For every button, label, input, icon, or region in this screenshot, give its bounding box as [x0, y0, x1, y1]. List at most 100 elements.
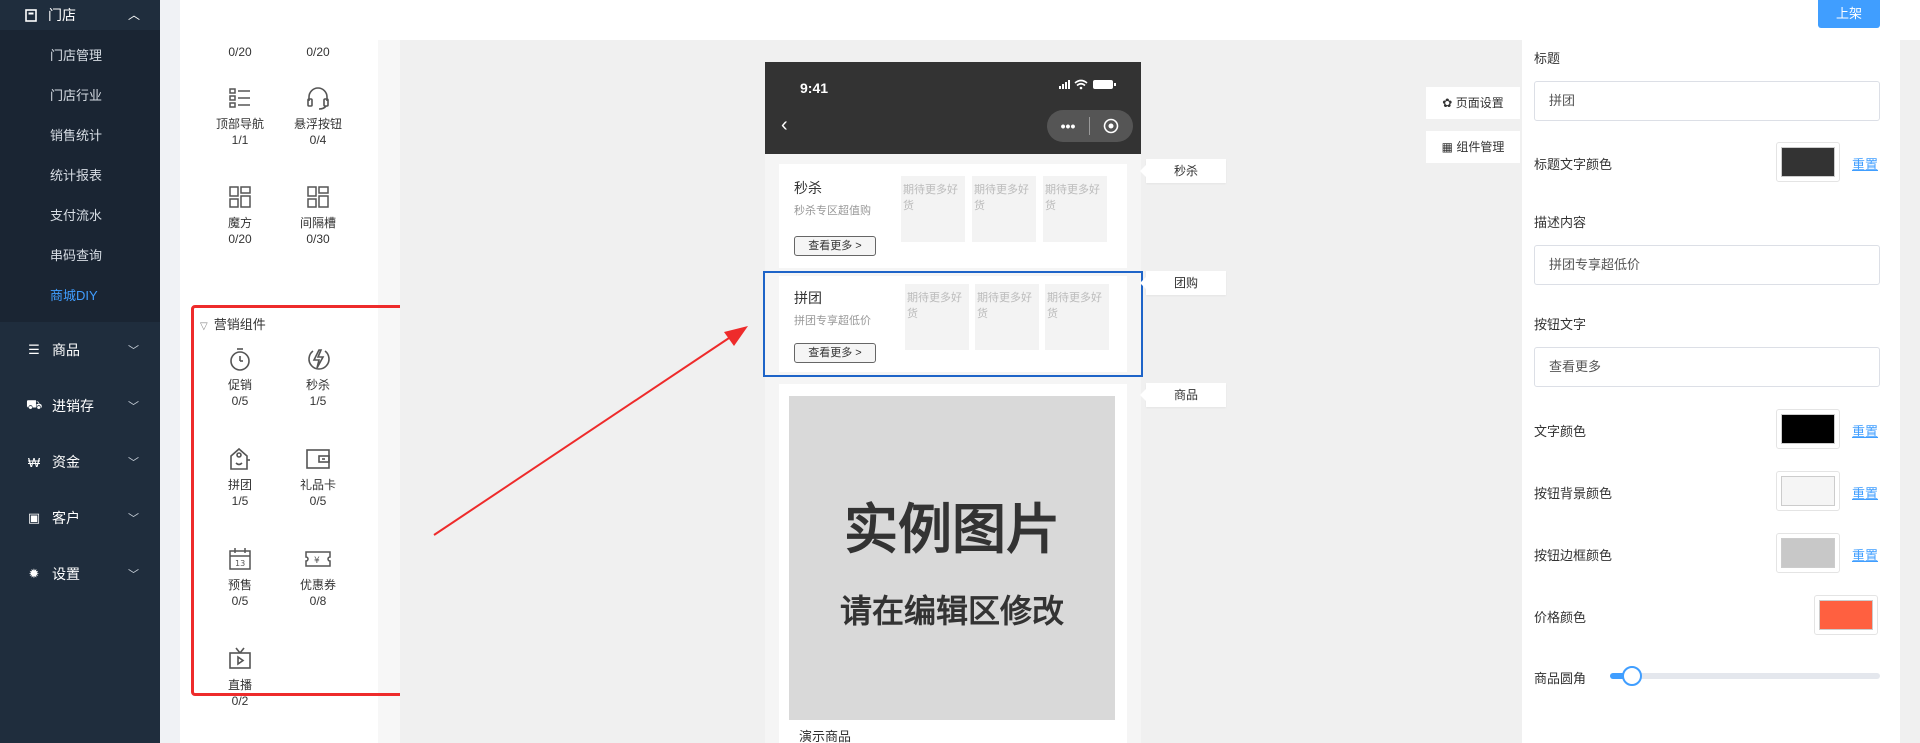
nav-sub-item[interactable]: 门店行业: [0, 76, 160, 116]
component-item[interactable]: 魔方 0/20: [200, 183, 280, 247]
title-color-picker[interactable]: [1776, 142, 1840, 182]
nav-group-item[interactable]: ✹ 设置 ﹀: [0, 546, 160, 602]
component-item[interactable]: 顶部导航 1/1: [200, 84, 280, 148]
nav-item-store[interactable]: 门店 ︿: [0, 0, 160, 30]
gear-icon: ✿: [1442, 96, 1456, 110]
component-tag-seckill[interactable]: 秒杀: [1140, 159, 1226, 183]
nav-sub-item[interactable]: 商城DIY: [0, 276, 160, 316]
price-color-label: 价格颜色: [1534, 610, 1587, 625]
nav-sub-list: 门店管理 门店行业 销售统计 统计报表 支付流水 串码查询 商城DIY: [0, 30, 160, 322]
phone-time: 9:41: [800, 80, 829, 96]
grid-icon: ▦: [1441, 140, 1457, 154]
component-name: 魔方: [227, 216, 252, 230]
goods-image-text: 实例图片: [844, 497, 1060, 561]
nav-sub-item[interactable]: 销售统计: [0, 116, 160, 156]
page-settings-button[interactable]: ✿ 页面设置: [1426, 87, 1520, 119]
button-text-input[interactable]: 查看更多: [1534, 347, 1880, 387]
nav-group-item[interactable]: ⛟ 进销存 ﹀: [0, 378, 160, 434]
nav-group-item[interactable]: ☰ 商品 ﹀: [0, 322, 160, 378]
goods-card[interactable]: 实例图片 请在编辑区修改 演示商品: [779, 384, 1127, 743]
radius-label: 商品圆角: [1534, 671, 1587, 686]
chevron-down-icon: ﹀: [128, 345, 139, 357]
component-name: 悬浮按钮: [293, 117, 342, 131]
gear-icon: ✹: [28, 566, 40, 581]
goods-image: 实例图片 请在编辑区修改: [789, 396, 1115, 720]
button-bg-picker[interactable]: [1776, 471, 1840, 511]
desc-input[interactable]: 拼团专享超低价: [1534, 245, 1880, 285]
component-item[interactable]: 悬浮按钮 0/4: [278, 84, 358, 148]
nav-sub-item[interactable]: 支付流水: [0, 196, 160, 236]
component-tag-group[interactable]: 团购: [1140, 271, 1226, 295]
title-color-label: 标题文字颜色: [1534, 157, 1613, 172]
nav-group-item[interactable]: ▣ 客户 ﹀: [0, 490, 160, 546]
goods-name: 演示商品: [799, 729, 852, 743]
grid-icon: [278, 183, 358, 211]
reset-text-color[interactable]: 重置: [1852, 421, 1878, 440]
truck-icon: ⛟: [26, 397, 43, 412]
component-name: 间隔槽: [299, 216, 336, 230]
component-tag-goods[interactable]: 商品: [1140, 383, 1226, 407]
price-color-picker[interactable]: [1814, 595, 1878, 635]
chevron-down-icon: ﹀: [128, 401, 139, 413]
list-icon: [200, 84, 280, 112]
publish-button[interactable]: 上架: [1818, 0, 1880, 28]
back-icon[interactable]: ‹: [781, 114, 788, 137]
text-color-label: 文字颜色: [1534, 424, 1587, 439]
title-input[interactable]: 拼团: [1534, 81, 1880, 121]
reset-button-bg[interactable]: 重置: [1852, 483, 1878, 502]
id-card-icon: ▣: [27, 510, 41, 525]
seckill-card[interactable]: 秒杀 秒杀专区超值购 查看更多 > 期待更多好货 期待更多好货 期待更多好货: [779, 164, 1127, 268]
component-manage-button[interactable]: ▦ 组件管理: [1426, 131, 1520, 163]
button-bg-label: 按钮背景颜色: [1534, 486, 1613, 501]
seckill-more-button[interactable]: 查看更多 >: [794, 236, 876, 256]
grid-icon: [200, 183, 280, 211]
text-color-picker[interactable]: [1776, 409, 1840, 449]
top-bar: [180, 0, 1920, 40]
button-border-picker[interactable]: [1776, 533, 1840, 573]
nav-sub-item[interactable]: 串码查询: [0, 236, 160, 276]
nav-sub-item[interactable]: 门店管理: [0, 36, 160, 76]
property-panel: [1522, 40, 1900, 743]
status-icons: [1059, 78, 1119, 93]
component-count: 0/20: [228, 45, 252, 59]
phone-header: 9:41 ‹ •••: [765, 62, 1141, 154]
color-swatch: [1781, 538, 1835, 568]
selected-component-outline: [763, 271, 1143, 377]
store-icon: [24, 8, 38, 22]
component-item[interactable]: 间隔槽 0/30: [278, 183, 358, 247]
menu-icon: ☰: [28, 342, 40, 357]
reset-title-color[interactable]: 重置: [1852, 154, 1878, 173]
reset-button-border[interactable]: 重置: [1852, 545, 1878, 564]
won-icon: ₩: [27, 454, 41, 470]
mini-program-capsule: •••: [1047, 110, 1133, 142]
color-swatch: [1781, 147, 1835, 177]
component-count: 0/20: [306, 45, 330, 59]
seckill-title: 秒杀: [794, 180, 822, 196]
title-label: 标题: [1534, 51, 1561, 66]
nav-sub-item[interactable]: 统计报表: [0, 156, 160, 196]
nav-group-label: 设置: [52, 566, 80, 582]
close-circle-icon[interactable]: [1090, 118, 1132, 134]
radius-slider[interactable]: [1610, 666, 1880, 686]
seckill-placeholder: 期待更多好货: [1043, 176, 1107, 242]
chevron-down-icon: ﹀: [128, 457, 139, 469]
more-icon[interactable]: •••: [1047, 118, 1089, 134]
goods-image-subtext: 请在编辑区修改: [839, 591, 1064, 630]
component-count: 0/20: [228, 232, 252, 246]
color-swatch: [1781, 414, 1835, 444]
component-count: 0/30: [306, 232, 330, 246]
seckill-placeholder: 期待更多好货: [972, 176, 1036, 242]
sidebar-nav: 门店 ︿ 门店管理 门店行业 销售统计 统计报表 支付流水 串码查询 商城DIY ☰ 商品 ﹀ ⛟…: [0, 0, 160, 743]
slider-handle[interactable]: [1621, 666, 1642, 686]
component-name: 顶部导航: [215, 117, 264, 131]
seckill-desc: 秒杀专区超值购: [794, 205, 871, 217]
headset-icon: [278, 84, 358, 112]
scrollbar[interactable]: [1900, 40, 1920, 743]
nav-group-label: 商品: [52, 342, 80, 358]
component-count: 0/4: [309, 133, 327, 147]
desc-label: 描述内容: [1534, 215, 1587, 230]
chevron-down-icon: ﹀: [128, 513, 139, 525]
nav-group-label: 资金: [52, 454, 80, 470]
nav-group-item[interactable]: ₩ 资金 ﹀: [0, 434, 160, 490]
component-count: 1/1: [231, 133, 249, 147]
